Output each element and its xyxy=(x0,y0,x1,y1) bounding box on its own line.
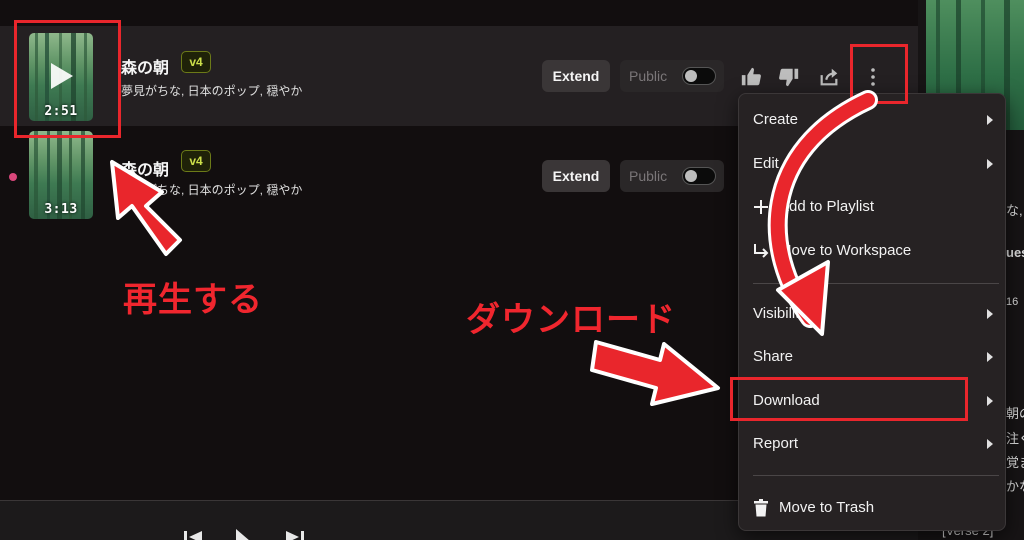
lyrics-fragment: 覚ま xyxy=(1006,455,1024,470)
lyrics-fragment: 16 xyxy=(1006,296,1019,308)
annotation-label-play: 再生する xyxy=(123,281,263,319)
annotation-box-download xyxy=(730,377,968,421)
playing-indicator xyxy=(9,173,17,181)
lyrics-fragment: 注ぐ xyxy=(1006,431,1024,446)
thumbs-up-icon[interactable] xyxy=(740,66,762,88)
public-toggle[interactable]: Public xyxy=(620,60,724,92)
annotation-box-more-button xyxy=(850,44,908,104)
chevron-right-icon xyxy=(987,396,993,406)
lyrics-fragment: な, xyxy=(1006,203,1023,218)
chevron-right-icon xyxy=(987,159,993,169)
public-toggle[interactable]: Public xyxy=(620,160,724,192)
menu-item-label: Visibility xyxy=(753,305,807,322)
annotation-label-download: ダウンロード xyxy=(466,301,676,339)
menu-item-label: Edit xyxy=(753,155,779,172)
menu-divider xyxy=(753,283,999,284)
version-badge: v4 xyxy=(181,51,211,73)
toggle-switch[interactable] xyxy=(682,167,716,185)
menu-item-report[interactable]: Report xyxy=(739,424,1007,464)
lyrics-fragment: かな xyxy=(1006,479,1024,494)
trash-icon xyxy=(754,499,768,517)
plus-icon xyxy=(754,200,768,214)
annotation-box-thumbnail xyxy=(14,20,121,138)
move-arrow-icon xyxy=(754,244,769,258)
menu-item-label: Move to Trash xyxy=(779,499,875,516)
menu-item-move-to-workspace[interactable]: Move to Workspace xyxy=(739,231,1007,271)
song-tags: 夢見がちな, 日本のポップ, 穏やか xyxy=(121,183,303,197)
menu-item-move-to-trash[interactable]: Move to Trash xyxy=(739,488,1007,528)
menu-item-label: Create xyxy=(753,111,799,128)
menu-item-label: Add to Playlist xyxy=(779,198,875,215)
lyrics-fragment: 朝の xyxy=(1006,406,1024,421)
previous-icon[interactable] xyxy=(182,529,204,540)
context-menu: Create Edit Add to Playlist Move to Work… xyxy=(738,93,1006,531)
toggle-switch[interactable] xyxy=(682,67,716,85)
public-label: Public xyxy=(629,168,668,184)
chevron-right-icon xyxy=(987,439,993,449)
share-icon[interactable] xyxy=(818,66,840,88)
menu-item-edit[interactable]: Edit xyxy=(739,144,1007,184)
version-badge: v4 xyxy=(181,150,211,172)
song-tags: 夢見がちな, 日本のポップ, 穏やか xyxy=(121,84,303,98)
next-icon[interactable] xyxy=(284,529,306,540)
toggle-knob xyxy=(685,170,697,182)
menu-item-label: Share xyxy=(753,348,794,365)
menu-item-label: Move to Workspace xyxy=(779,242,912,259)
chevron-right-icon xyxy=(987,352,993,362)
song-title[interactable]: 森の朝 xyxy=(121,54,169,78)
menu-item-label: Report xyxy=(753,435,799,452)
toggle-knob xyxy=(685,70,697,82)
song-title[interactable]: 森の朝 xyxy=(121,156,169,180)
menu-item-share[interactable]: Share xyxy=(739,337,1007,377)
extend-button[interactable]: Extend xyxy=(542,160,610,192)
chevron-right-icon xyxy=(987,115,993,125)
menu-item-visibility[interactable]: Visibility xyxy=(739,294,1007,334)
thumbs-down-icon[interactable] xyxy=(778,66,800,88)
chevron-right-icon xyxy=(987,309,993,319)
menu-divider xyxy=(753,475,999,476)
play-icon[interactable] xyxy=(232,527,252,540)
song-thumbnail[interactable]: 3:13 xyxy=(29,131,93,219)
lyrics-fragment: ues xyxy=(1006,245,1024,260)
public-label: Public xyxy=(629,68,668,84)
menu-item-add-to-playlist[interactable]: Add to Playlist xyxy=(739,187,1007,227)
extend-button[interactable]: Extend xyxy=(542,60,610,92)
menu-item-create[interactable]: Create xyxy=(739,100,1007,140)
song-duration: 3:13 xyxy=(44,202,78,217)
